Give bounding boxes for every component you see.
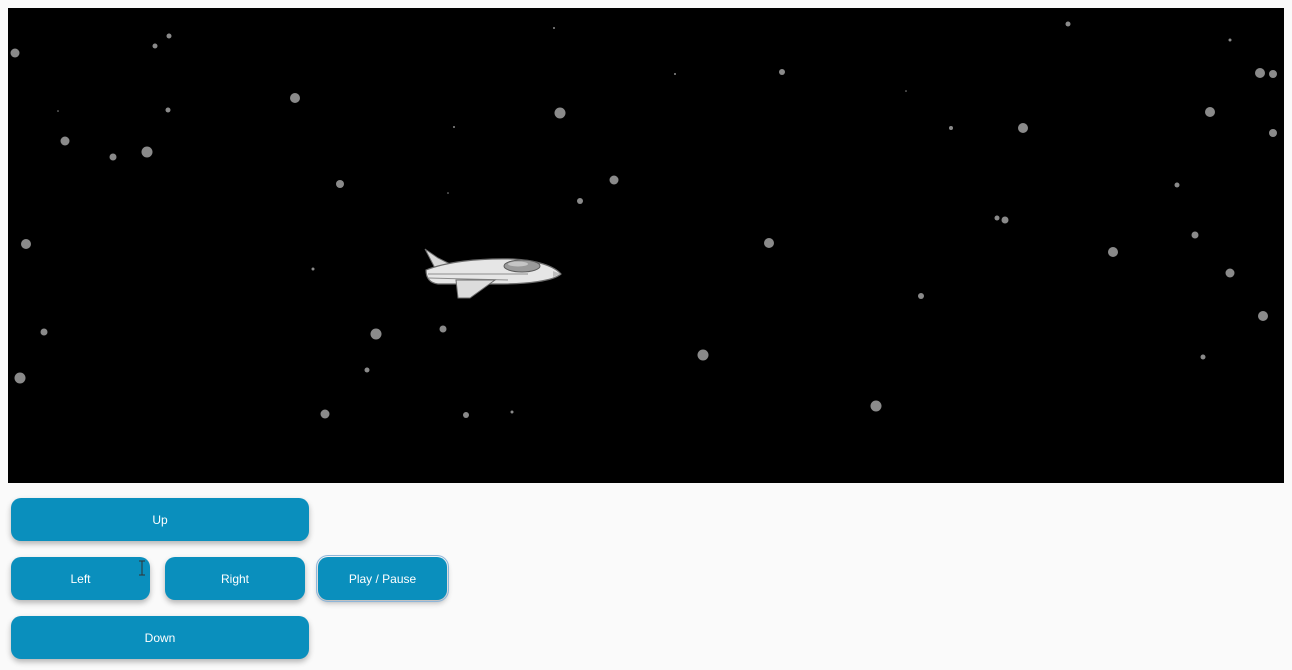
star bbox=[553, 27, 555, 29]
star bbox=[1200, 354, 1206, 360]
star bbox=[1018, 123, 1028, 133]
left-button[interactable]: Left bbox=[11, 557, 150, 600]
star bbox=[463, 412, 469, 418]
star bbox=[1255, 68, 1265, 78]
star bbox=[453, 126, 455, 128]
star bbox=[1065, 21, 1071, 27]
star bbox=[1269, 129, 1277, 137]
star bbox=[510, 410, 514, 414]
star bbox=[674, 73, 676, 75]
star bbox=[764, 238, 774, 248]
star bbox=[697, 349, 709, 361]
star bbox=[14, 372, 26, 384]
star bbox=[1228, 38, 1232, 42]
star bbox=[779, 69, 785, 75]
star bbox=[165, 107, 171, 113]
star bbox=[577, 198, 583, 204]
star bbox=[364, 367, 370, 373]
starfield bbox=[10, 21, 1277, 419]
star bbox=[40, 328, 48, 336]
star bbox=[918, 293, 924, 299]
star bbox=[949, 126, 953, 130]
star bbox=[320, 409, 330, 419]
star bbox=[1225, 268, 1235, 278]
star bbox=[1001, 216, 1009, 224]
star bbox=[336, 180, 344, 188]
star bbox=[905, 90, 907, 92]
star bbox=[109, 153, 117, 161]
star bbox=[370, 328, 382, 340]
right-button[interactable]: Right bbox=[165, 557, 305, 600]
star bbox=[10, 48, 20, 58]
star bbox=[870, 400, 882, 412]
star bbox=[1258, 311, 1268, 321]
star bbox=[311, 267, 315, 271]
star bbox=[57, 110, 59, 112]
star bbox=[609, 175, 619, 185]
star bbox=[1269, 70, 1277, 78]
star bbox=[152, 43, 158, 49]
star bbox=[60, 136, 70, 146]
star bbox=[290, 93, 300, 103]
star bbox=[1108, 247, 1118, 257]
star bbox=[554, 107, 566, 119]
star bbox=[994, 215, 1000, 221]
star bbox=[21, 239, 31, 249]
down-button[interactable]: Down bbox=[11, 616, 309, 659]
star bbox=[439, 325, 447, 333]
spaceship-icon bbox=[424, 248, 562, 299]
play-pause-button[interactable]: Play / Pause bbox=[316, 555, 449, 602]
star bbox=[1191, 231, 1199, 239]
up-button[interactable]: Up bbox=[11, 498, 309, 541]
text-cursor-icon bbox=[139, 560, 145, 576]
star bbox=[1174, 182, 1180, 188]
star bbox=[1205, 107, 1215, 117]
game-canvas[interactable] bbox=[8, 8, 1284, 483]
star bbox=[141, 146, 153, 158]
star bbox=[447, 192, 449, 194]
star bbox=[166, 33, 172, 39]
